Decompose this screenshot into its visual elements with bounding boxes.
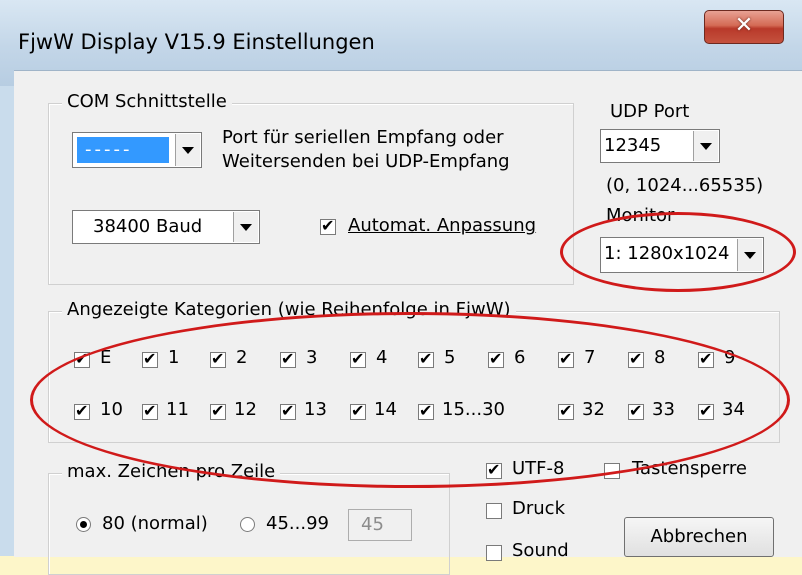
com-desc-line2: Weitersenden bei UDP-Empfang: [222, 151, 510, 172]
chevron-down-icon[interactable]: [175, 134, 200, 166]
udp-port-label: UDP Port: [610, 101, 690, 122]
baud-value: 38400 Baud: [93, 216, 203, 237]
chevron-down-icon[interactable]: [693, 131, 718, 161]
udp-port-select[interactable]: 12345: [600, 129, 720, 163]
close-button[interactable]: ✕: [704, 10, 784, 44]
chars-count-input[interactable]: 45: [348, 509, 412, 541]
sound-label: Sound: [512, 540, 569, 561]
chars-45-99-label: 45...99: [266, 513, 329, 534]
chars-45-99-radio[interactable]: [240, 517, 255, 532]
cancel-button[interactable]: Abbrechen: [624, 517, 774, 557]
udp-port-value: 12345: [604, 135, 662, 156]
chevron-down-icon[interactable]: [233, 212, 258, 242]
com-port-value: -----: [85, 139, 133, 160]
highlight-ellipse-categories: [30, 312, 790, 488]
highlight-ellipse-monitor: [560, 212, 796, 292]
com-legend: COM Schnittstelle: [62, 91, 232, 112]
auto-adjust-checkbox[interactable]: [320, 216, 336, 236]
chars-80-radio[interactable]: [76, 517, 91, 532]
close-icon: ✕: [734, 13, 754, 38]
baud-select[interactable]: 38400 Baud: [72, 210, 260, 244]
com-port-select[interactable]: -----: [72, 132, 202, 168]
udp-range-hint: (0, 1024...65535): [606, 175, 764, 196]
druck-checkbox[interactable]: [486, 503, 502, 519]
com-desc-line1: Port für seriellen Empfang oder: [222, 127, 504, 148]
window-title: FjwW Display V15.9 Einstellungen: [18, 30, 375, 54]
chars-80-label: 80 (normal): [102, 513, 208, 534]
druck-label: Druck: [512, 498, 565, 519]
chars-count-value: 45: [361, 514, 384, 535]
sound-checkbox[interactable]: [486, 545, 502, 561]
auto-adjust-label: Automat. Anpassung: [348, 215, 537, 236]
